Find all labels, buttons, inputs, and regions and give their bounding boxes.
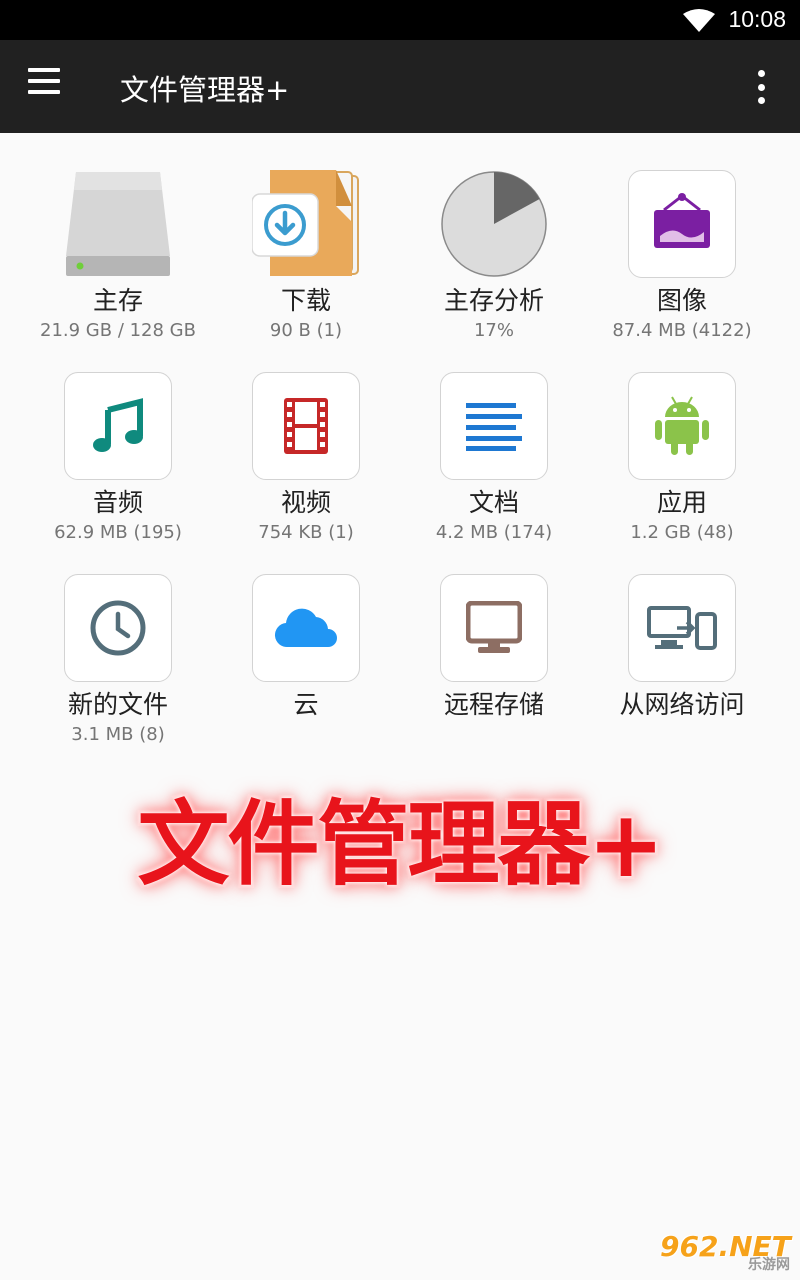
item-label: 新的文件 xyxy=(67,690,168,719)
hard-drive-icon xyxy=(64,170,172,278)
status-time: 10:08 xyxy=(728,6,786,32)
watermark-sub: 乐游网 xyxy=(748,1257,790,1273)
item-label: 下载 xyxy=(280,286,331,315)
download-folder-icon xyxy=(252,170,360,278)
item-label: 云 xyxy=(293,690,319,719)
more-vert-icon[interactable] xyxy=(746,70,776,104)
status-bar: 10:08 xyxy=(0,0,800,40)
item-sub: 87.4 MB (4122) xyxy=(612,320,752,341)
item-recent-files[interactable]: 新的文件 3.1 MB (8) xyxy=(24,574,212,776)
image-frame-icon xyxy=(628,170,736,278)
item-remote-storage[interactable]: 远程存储 xyxy=(400,574,588,776)
item-label: 远程存储 xyxy=(443,690,544,719)
document-lines-icon xyxy=(440,372,548,480)
item-network-access[interactable]: 从网络访问 xyxy=(588,574,776,776)
music-note-icon xyxy=(64,372,172,480)
clock-icon xyxy=(64,574,172,682)
monitor-icon xyxy=(440,574,548,682)
item-label: 应用 xyxy=(656,488,707,517)
film-strip-icon xyxy=(252,372,360,480)
app-title: 文件管理器+ xyxy=(120,73,290,107)
item-label: 主存 xyxy=(92,286,143,315)
site-watermark: 962.NET 乐游网 xyxy=(656,1230,792,1274)
item-main-storage[interactable]: 主存 21.9 GB / 128 GB xyxy=(24,170,212,372)
item-sub: 62.9 MB (195) xyxy=(54,522,182,543)
item-label: 文档 xyxy=(468,488,519,517)
item-label: 图像 xyxy=(656,286,707,315)
item-label: 主存分析 xyxy=(443,286,544,315)
item-audio[interactable]: 音频 62.9 MB (195) xyxy=(24,372,212,574)
item-download[interactable]: 下载 90 B (1) xyxy=(212,170,400,372)
android-icon xyxy=(628,372,736,480)
item-sub: 17% xyxy=(473,320,514,341)
item-apps[interactable]: 应用 1.2 GB (48) xyxy=(588,372,776,574)
item-sub: 754 KB (1) xyxy=(258,522,354,543)
item-label: 音频 xyxy=(92,488,143,517)
item-video[interactable]: 视频 754 KB (1) xyxy=(212,372,400,574)
storage-pie-icon xyxy=(440,170,548,278)
devices-icon xyxy=(628,574,736,682)
item-sub: 90 B (1) xyxy=(269,320,343,341)
item-sub: 4.2 MB (174) xyxy=(435,522,553,543)
category-grid: 主存 21.9 GB / 128 GB 下载 90 B (1) 主存分析 17%… xyxy=(24,170,776,776)
app-toolbar: 文件管理器+ xyxy=(0,40,800,133)
item-cloud[interactable]: 云 xyxy=(212,574,400,776)
item-images[interactable]: 图像 87.4 MB (4122) xyxy=(588,170,776,372)
cloud-icon xyxy=(252,574,360,682)
item-storage-analysis[interactable]: 主存分析 17% xyxy=(400,170,588,372)
wifi-icon xyxy=(683,9,715,32)
item-sub: 21.9 GB / 128 GB xyxy=(40,320,196,341)
item-sub: 3.1 MB (8) xyxy=(71,724,165,745)
promo-banner-text: 文件管理器+ xyxy=(137,791,664,898)
item-label: 从网络访问 xyxy=(619,690,745,719)
item-documents[interactable]: 文档 4.2 MB (174) xyxy=(400,372,588,574)
item-label: 视频 xyxy=(280,488,331,517)
hamburger-menu-icon[interactable] xyxy=(28,68,66,106)
item-sub: 1.2 GB (48) xyxy=(630,522,734,543)
